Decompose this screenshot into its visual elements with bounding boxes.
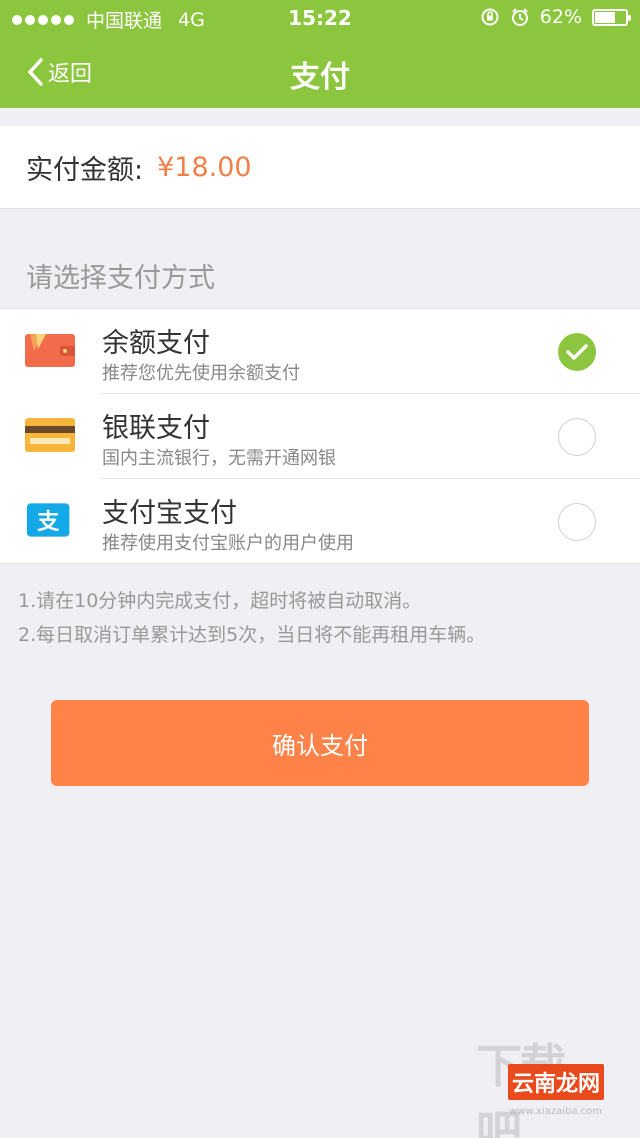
watermark-url: www.xiazaiba.com (509, 1106, 602, 1117)
page-title: 支付 (290, 60, 350, 95)
check-icon (566, 344, 588, 360)
payment-method-list: 余额支付 推荐您优先使用余额支付 银联支付 国内主流银行，无需开通网银 支 支付… (0, 308, 640, 564)
payment-notes: 1.请在10分钟内完成支付，超时将被自动取消。 2.每日取消订单累计达到5次，当… (18, 584, 485, 652)
svg-text:支: 支 (37, 509, 60, 535)
method-radio-checked[interactable] (558, 333, 596, 371)
alipay-icon: 支 (26, 503, 70, 537)
method-radio[interactable] (558, 418, 596, 456)
rotation-lock-icon (481, 8, 499, 26)
status-right: 62% (480, 6, 631, 28)
confirm-pay-button[interactable]: 确认支付 (51, 700, 589, 786)
method-subtitle: 推荐使用支付宝账户的用户使用 (102, 533, 354, 554)
payment-method-balance[interactable]: 余额支付 推荐您优先使用余额支付 (0, 309, 640, 394)
wallet-icon (25, 334, 75, 367)
nav-bar: 返回 支付 (0, 36, 640, 108)
amount-label: 实付金额: (26, 154, 144, 186)
method-title: 支付宝支付 (102, 498, 237, 529)
bank-card-icon (25, 418, 75, 452)
payment-method-unionpay[interactable]: 银联支付 国内主流银行，无需开通网银 (0, 394, 640, 479)
battery-icon (592, 8, 631, 26)
method-title: 余额支付 (102, 328, 210, 359)
payment-section-title: 请选择支付方式 (26, 263, 215, 294)
method-subtitle: 国内主流银行，无需开通网银 (102, 448, 336, 469)
battery-percent: 62% (539, 6, 582, 28)
watermark-tag: 云南龙网 (507, 1064, 604, 1100)
method-title: 银联支付 (102, 413, 210, 444)
watermark: 下载吧 云南龙网 www.xiazaiba.com (476, 1030, 606, 1138)
status-bar: 中国联通 4G 15:22 62% (0, 0, 640, 36)
amount-card: 实付金额: ¥18.00 (0, 126, 640, 209)
app-header: 中国联通 4G 15:22 62% 返回 支付 (0, 0, 640, 108)
note-item: 2.每日取消订单累计达到5次，当日将不能再租用车辆。 (18, 624, 486, 646)
payment-method-alipay[interactable]: 支 支付宝支付 推荐使用支付宝账户的用户使用 (0, 479, 640, 564)
method-radio[interactable] (558, 503, 596, 541)
battery-fill (595, 11, 615, 23)
note-item: 1.请在10分钟内完成支付，超时将被自动取消。 (18, 590, 422, 612)
method-subtitle: 推荐您优先使用余额支付 (102, 363, 300, 384)
amount-value: ¥18.00 (157, 151, 252, 183)
alarm-icon (511, 8, 528, 26)
